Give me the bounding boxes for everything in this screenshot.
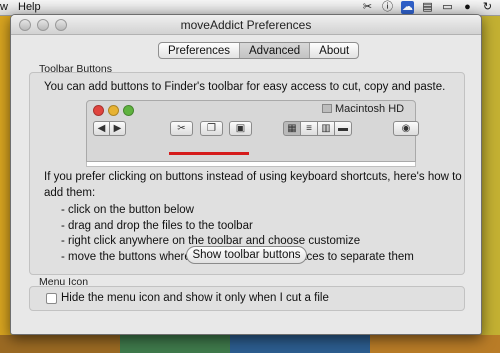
desktop-stripe (230, 335, 370, 353)
intro-text: You can add buttons to Finder's toolbar … (44, 81, 446, 93)
forward-icon: ▶ (109, 121, 126, 136)
title-bar[interactable]: moveAddict Preferences (11, 15, 481, 35)
preview-window-controls (93, 105, 134, 116)
info-icon[interactable]: ⓘ (381, 1, 394, 14)
document-icon[interactable]: ▤ (421, 1, 434, 14)
desktop-stripe (370, 335, 500, 353)
list-item: - click on the button below (61, 204, 194, 216)
preview-zoom-icon (123, 105, 134, 116)
list-view-icon: ≡ (300, 121, 318, 136)
cut-icon: ✂ (170, 121, 193, 136)
coverflow-view-icon: ▬ (334, 121, 352, 136)
copy-icon: ❐ (200, 121, 223, 136)
desktop-stripe (482, 0, 500, 353)
list-item: - drag and drop the files to the toolbar (61, 219, 253, 232)
column-view-icon: ▥ (317, 121, 335, 136)
paste-icon: ▣ (229, 121, 252, 136)
instructions-line-1: If you prefer clicking on buttons instea… (44, 171, 462, 183)
menu-extras: ✂ ⓘ ☁ ▤ ▭ ● ↻ (361, 1, 494, 14)
tab-advanced[interactable]: Advanced (240, 43, 311, 58)
desktop-stripe (120, 335, 230, 353)
volume-name: Macintosh HD (335, 103, 405, 115)
icon-view-icon: ▦ (283, 121, 301, 136)
window-title: moveAddict Preferences (180, 18, 312, 32)
hard-drive-icon (322, 104, 332, 113)
screen-icon[interactable]: ▭ (441, 1, 454, 14)
tab-about[interactable]: About (310, 43, 358, 58)
scissors-icon[interactable]: ✂ (361, 1, 374, 14)
hide-menu-icon-checkbox[interactable] (46, 293, 57, 304)
preview-minimize-icon (108, 105, 119, 116)
desktop-stripe (0, 0, 10, 353)
instructions-line-2: add them: (44, 187, 96, 199)
preview-close-icon (93, 105, 104, 116)
quicklook-icon: ◉ (393, 121, 419, 136)
tab-bar: Preferences Advanced About (158, 42, 360, 59)
menu-item-help[interactable]: Help (18, 1, 41, 13)
tab-preferences[interactable]: Preferences (159, 43, 241, 58)
highlight-underline (169, 152, 249, 155)
back-icon: ◀ (93, 121, 110, 136)
hat-icon[interactable]: ● (461, 1, 474, 14)
cloud-icon[interactable]: ☁ (401, 1, 414, 14)
preferences-window: moveAddict Preferences Preferences Advan… (10, 14, 482, 335)
show-toolbar-buttons-button[interactable]: Show toolbar buttons (186, 246, 307, 264)
refresh-icon[interactable]: ↻ (481, 1, 494, 14)
desktop-stripe (0, 335, 120, 353)
hide-menu-icon-label[interactable]: Hide the menu icon and show it only when… (61, 292, 329, 304)
volume-label: Macintosh HD (322, 103, 404, 115)
finder-toolbar-preview: Macintosh HD ◀ ▶ ✂ ❐ ▣ ▦ ≡ ▥ ▬ ◉ (86, 100, 419, 162)
menu-item-window[interactable]: w (0, 1, 8, 13)
preview-content-area (86, 162, 416, 167)
